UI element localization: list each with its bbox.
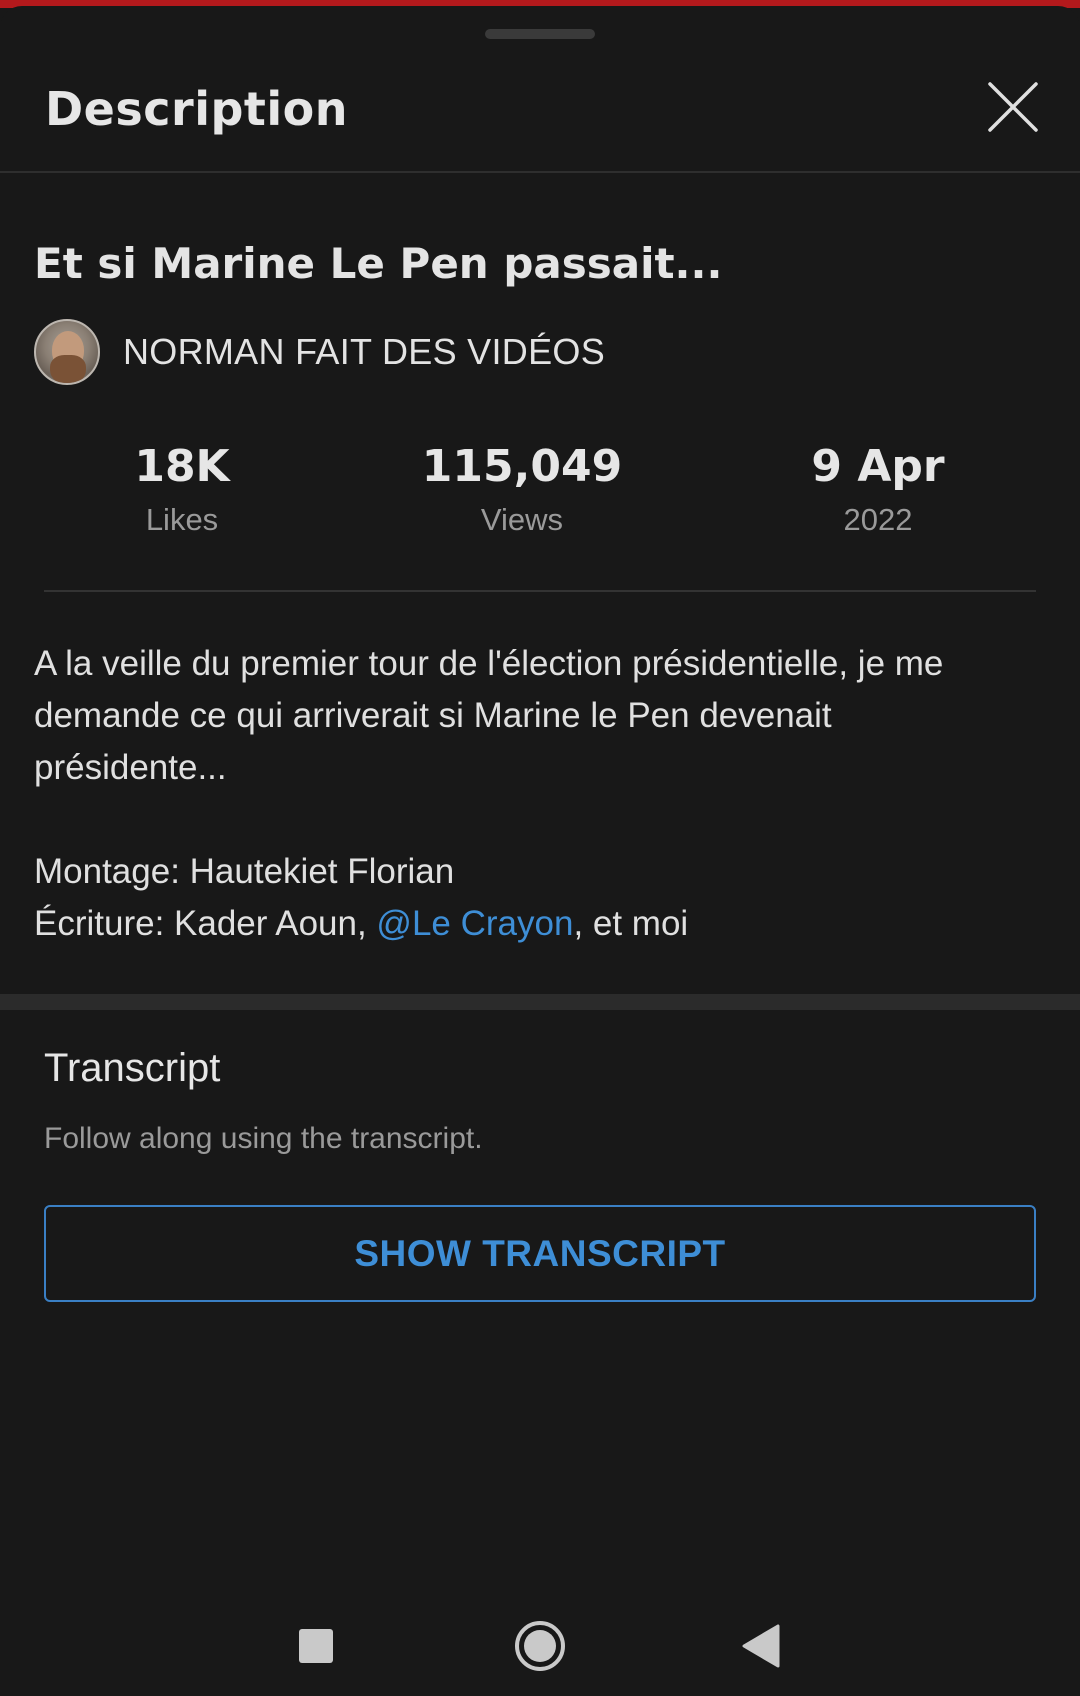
mention-link[interactable]: @Le Crayon [376, 904, 573, 943]
header-divider [0, 171, 1080, 173]
drag-handle[interactable] [485, 29, 595, 39]
channel-row[interactable]: NORMAN FAIT DES VIDÉOS [34, 319, 605, 385]
transcript-heading: Transcript [44, 1046, 221, 1090]
square-icon [299, 1629, 333, 1663]
likes-count: 18K [134, 441, 230, 492]
description-text: A la veille du premier tour de l'électio… [34, 638, 1054, 950]
writing-credit-prefix: Écriture: Kader Aoun, [34, 904, 377, 943]
views-count: 115,049 [421, 441, 623, 492]
close-icon [988, 82, 1038, 132]
likes-label: Likes [145, 502, 219, 537]
transcript-subtitle: Follow along using the transcript. [44, 1122, 483, 1155]
show-transcript-button[interactable]: SHOW TRANSCRIPT [44, 1205, 1036, 1302]
back-button[interactable] [722, 1606, 802, 1686]
sheet-title: Description [45, 82, 349, 136]
channel-name[interactable]: NORMAN FAIT DES VIDÉOS [123, 331, 605, 373]
likes-stat: 18K Likes [82, 441, 282, 538]
recents-button[interactable] [276, 1606, 356, 1686]
date-stat: 9 Apr 2022 [778, 441, 978, 538]
writing-credit-suffix: , et moi [573, 904, 689, 943]
writing-credit: Écriture: Kader Aoun, @Le Crayon, et moi [34, 898, 1054, 950]
triangle-back-icon [742, 1624, 780, 1668]
circle-icon [515, 1621, 565, 1671]
description-line: A la veille du premier tour de l'électio… [34, 644, 944, 683]
montage-credit: Montage: Hautekiet Florian [34, 852, 455, 891]
publish-date: 9 Apr [811, 441, 945, 492]
publish-year: 2022 [843, 502, 913, 537]
views-label: Views [480, 502, 564, 537]
description-sheet: Description Et si Marine Le Pen passait.… [0, 6, 1080, 1696]
video-title: Et si Marine Le Pen passait... [34, 239, 723, 288]
description-line: présidente... [34, 748, 227, 787]
avatar[interactable] [34, 319, 100, 385]
views-stat: 115,049 Views [402, 441, 642, 538]
close-button[interactable] [986, 80, 1040, 134]
stats-divider [44, 590, 1036, 592]
home-button[interactable] [500, 1606, 580, 1686]
description-line: demande ce qui arriverait si Marine le P… [34, 696, 832, 735]
section-divider [0, 994, 1080, 1010]
